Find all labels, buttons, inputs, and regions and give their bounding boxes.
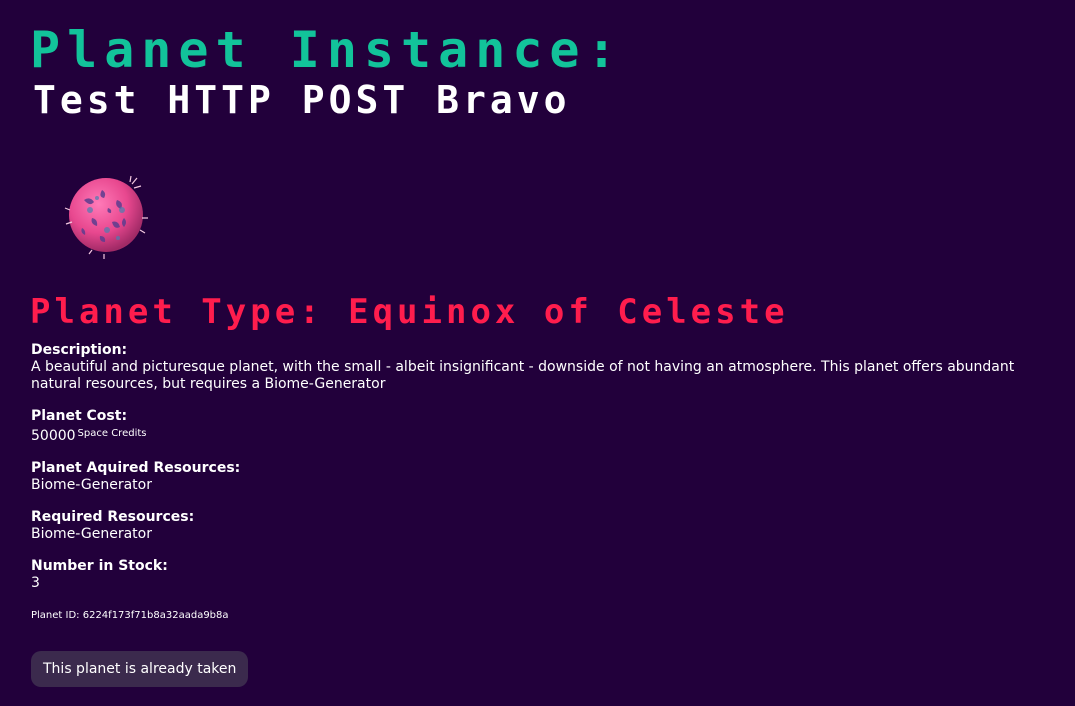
required-resources-label: Required Resources: xyxy=(31,509,195,525)
planet-name: Test HTTP POST Bravo xyxy=(33,78,571,122)
cost-unit: Space Credits xyxy=(77,428,147,439)
planet-icon xyxy=(62,170,152,260)
required-resources-field: Required Resources: Biome-Generator xyxy=(31,509,1041,543)
cost-value: 50000 xyxy=(31,428,76,444)
description-text: A beautiful and picturesque planet, with… xyxy=(31,359,1015,392)
cost-field: Planet Cost: 50000 Space Credits xyxy=(31,408,1041,445)
required-resources-value: Biome-Generator xyxy=(31,526,152,542)
planet-id: Planet ID: 6224f173f71b8a32aada9b8a xyxy=(31,610,229,621)
planet-details: Description: A beautiful and picturesque… xyxy=(31,342,1041,624)
stock-value: 3 xyxy=(31,575,40,591)
cost-value-row: 50000 Space Credits xyxy=(31,425,1041,445)
planet-taken-button[interactable]: This planet is already taken xyxy=(31,651,249,687)
cost-label: Planet Cost: xyxy=(31,408,128,424)
stock-field: Number in Stock: 3 xyxy=(31,558,1041,592)
acquired-resources-field: Planet Aquired Resources: Biome-Generato… xyxy=(31,460,1041,494)
description-label: Description: xyxy=(31,342,128,358)
page-title: Planet Instance: xyxy=(30,21,624,79)
description-field: Description: A beautiful and picturesque… xyxy=(31,342,1041,393)
stock-label: Number in Stock: xyxy=(31,558,168,574)
acquired-resources-value: Biome-Generator xyxy=(31,477,152,493)
planet-type-heading: Planet Type: Equinox of Celeste xyxy=(30,292,789,332)
planet-instance-page: Planet Instance: Test HTTP POST Bravo Pl… xyxy=(0,0,1075,706)
acquired-resources-label: Planet Aquired Resources: xyxy=(31,460,241,476)
